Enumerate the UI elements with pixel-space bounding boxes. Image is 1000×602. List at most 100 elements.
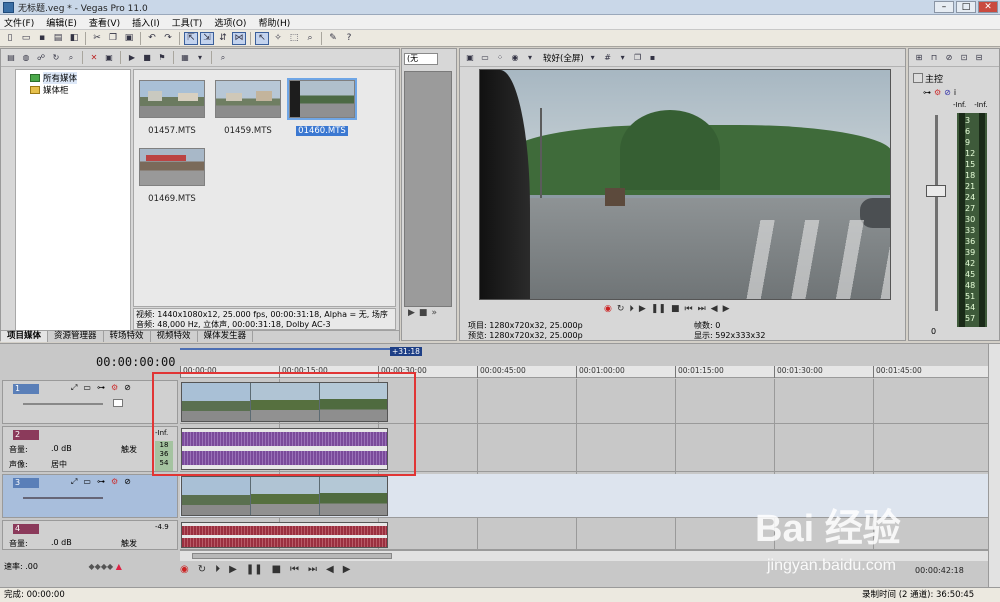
stop-media-icon[interactable]: ■ bbox=[141, 52, 153, 64]
lock-icon[interactable]: ⊡ bbox=[958, 52, 970, 64]
downmix-icon[interactable]: ⊟ bbox=[973, 52, 985, 64]
snap-icon[interactable]: ⇱ bbox=[184, 31, 198, 45]
copy-snapshot-icon[interactable]: ❐ bbox=[632, 52, 644, 64]
help-pointer-icon[interactable]: ? bbox=[342, 32, 356, 45]
settings-icon[interactable]: ⚙ bbox=[111, 477, 118, 487]
solo-icon[interactable]: ⅰ bbox=[954, 88, 956, 97]
menu-tools[interactable]: 工具(T) bbox=[172, 16, 203, 29]
insert-fx-icon[interactable] bbox=[913, 73, 923, 83]
tree-item-media-bins[interactable]: 媒体柜 bbox=[16, 84, 130, 96]
stop-icon[interactable]: ■ bbox=[671, 304, 680, 314]
loop-icon[interactable]: ↻ bbox=[617, 304, 625, 314]
properties-icon[interactable]: ▣ bbox=[464, 52, 476, 64]
open-folder-icon[interactable]: ▭ bbox=[19, 32, 33, 45]
record-icon[interactable]: ◉ bbox=[604, 304, 612, 314]
menu-help[interactable]: 帮助(H) bbox=[258, 16, 290, 29]
track-fx-icon[interactable]: ⊶ bbox=[97, 477, 105, 487]
audio-clip[interactable] bbox=[181, 522, 388, 548]
dropdown-icon[interactable]: ▾ bbox=[617, 52, 629, 64]
new-file-icon[interactable]: ▯ bbox=[3, 32, 17, 45]
menu-insert[interactable]: 插入(I) bbox=[132, 16, 160, 29]
media-fx-icon[interactable]: ▣ bbox=[103, 52, 115, 64]
go-to-end-icon[interactable]: ⏭ bbox=[698, 304, 706, 314]
play-from-start-icon[interactable]: ⏵ bbox=[629, 304, 634, 314]
quality-select[interactable]: 较好(全屏) bbox=[543, 52, 584, 64]
mute-icon[interactable]: ⊘ bbox=[944, 88, 951, 97]
mute-icon[interactable]: ⊘ bbox=[124, 477, 131, 487]
scroll-thumb[interactable] bbox=[192, 553, 392, 559]
dropdown-icon[interactable]: ▾ bbox=[587, 52, 599, 64]
level-knob[interactable] bbox=[113, 399, 123, 407]
views-icon[interactable]: ▦ bbox=[179, 52, 191, 64]
play-media-icon[interactable]: ▶ bbox=[126, 52, 138, 64]
views-dropdown-icon[interactable]: ▾ bbox=[194, 52, 206, 64]
go-to-start-icon[interactable]: ⏮ bbox=[684, 304, 692, 314]
paste-icon[interactable]: ▣ bbox=[122, 32, 136, 45]
track-motion-icon[interactable]: ⤢ bbox=[71, 383, 77, 393]
stop-icon[interactable]: ■ bbox=[272, 564, 281, 575]
tree-item-all-media[interactable]: 所有媒体 bbox=[16, 72, 130, 84]
track-header-4[interactable]: 4 音量: .0 dB 触发 -4.9 bbox=[2, 520, 178, 550]
play-icon[interactable]: ▶ bbox=[639, 304, 646, 314]
media-thumb[interactable]: 01460.MTS bbox=[287, 78, 357, 140]
video-clip[interactable] bbox=[181, 476, 388, 516]
record-icon[interactable]: ◉ bbox=[180, 564, 189, 575]
loop-icon[interactable]: ↻ bbox=[198, 564, 206, 575]
master-fader-knob[interactable] bbox=[926, 185, 946, 197]
settings-icon[interactable]: ⚙ bbox=[934, 88, 941, 97]
track-fx-mode[interactable]: 触发 bbox=[121, 538, 137, 549]
next-frame-icon[interactable]: ▶ bbox=[723, 304, 730, 314]
save-snapshot-icon[interactable]: ▪ bbox=[647, 52, 659, 64]
composite-icon[interactable]: ▭ bbox=[83, 383, 91, 393]
track-header-3[interactable]: 3 ⤢ ▭ ⊶ ⚙ ⊘ bbox=[2, 474, 178, 518]
level-slider[interactable] bbox=[23, 497, 103, 499]
tab-transitions[interactable]: 转场特效 bbox=[104, 331, 151, 342]
crossfade-icon[interactable]: ⋈ bbox=[232, 31, 246, 45]
undo-icon[interactable]: ↶ bbox=[145, 32, 159, 45]
get-media-icon[interactable]: ☍ bbox=[35, 52, 47, 64]
save-icon[interactable]: ▪ bbox=[35, 32, 49, 45]
remove-icon[interactable]: ✕ bbox=[88, 52, 100, 64]
loop-region-bar[interactable] bbox=[180, 348, 390, 350]
composite-icon[interactable]: ▭ bbox=[83, 477, 91, 487]
ripple-mode-icon[interactable]: ⇵ bbox=[216, 32, 230, 45]
cut-icon[interactable]: ✂ bbox=[90, 32, 104, 45]
close-button[interactable]: ✕ bbox=[978, 1, 998, 13]
preview-fx-icon[interactable]: ⁘ bbox=[494, 52, 506, 64]
trimmer-select[interactable]: (无 bbox=[404, 53, 438, 65]
redo-icon[interactable]: ↷ bbox=[161, 32, 175, 45]
search-media-icon[interactable]: ⌕ bbox=[65, 52, 77, 64]
menu-options[interactable]: 选项(O) bbox=[214, 16, 246, 29]
master-fader-track[interactable] bbox=[935, 115, 938, 311]
tab-media-generators[interactable]: 媒体发生器 bbox=[198, 331, 254, 342]
menu-view[interactable]: 查看(V) bbox=[89, 16, 120, 29]
next-frame-icon[interactable]: ▶ bbox=[343, 564, 351, 575]
track-fx-mode[interactable]: 触发 bbox=[121, 444, 137, 455]
split-icon[interactable]: ⊓ bbox=[928, 52, 940, 64]
level-slider[interactable] bbox=[23, 403, 103, 405]
play-from-start-icon[interactable]: ⏵ bbox=[215, 564, 220, 575]
go-to-end-icon[interactable]: ⏭ bbox=[308, 564, 317, 575]
media-thumb[interactable]: 01457.MTS bbox=[138, 80, 206, 140]
envelope-tool-icon[interactable]: ✧ bbox=[271, 32, 285, 45]
mute-icon[interactable]: ⊘ bbox=[124, 383, 131, 393]
pause-icon[interactable]: ❚❚ bbox=[651, 304, 666, 314]
auto-ripple-icon[interactable]: ⇲ bbox=[200, 31, 214, 45]
split-screen-icon[interactable]: ◉ bbox=[509, 52, 521, 64]
capture-icon[interactable]: ◍ bbox=[20, 52, 32, 64]
refresh-icon[interactable]: ↻ bbox=[50, 52, 62, 64]
play-icon[interactable]: ▶ bbox=[408, 308, 415, 318]
zoom-tool-icon[interactable]: ⌕ bbox=[303, 32, 317, 45]
track-motion-icon[interactable]: ⤢ bbox=[71, 477, 77, 487]
mute-icon[interactable]: ⊘ bbox=[943, 52, 955, 64]
fx-icon[interactable]: ⊶ bbox=[923, 88, 931, 97]
rate-slider[interactable]: ◆◆◆◆ bbox=[89, 562, 114, 571]
properties-icon[interactable]: ▤ bbox=[51, 32, 65, 45]
pause-icon[interactable]: ❚❚ bbox=[246, 564, 263, 575]
minimize-button[interactable]: – bbox=[934, 1, 954, 13]
track-fx-icon[interactable]: ⊶ bbox=[97, 383, 105, 393]
menu-edit[interactable]: 编辑(E) bbox=[46, 16, 77, 29]
external-monitor-icon[interactable]: ▭ bbox=[479, 52, 491, 64]
copy-icon[interactable]: ❐ bbox=[106, 32, 120, 45]
tab-video-fx[interactable]: 视频特效 bbox=[151, 331, 198, 342]
